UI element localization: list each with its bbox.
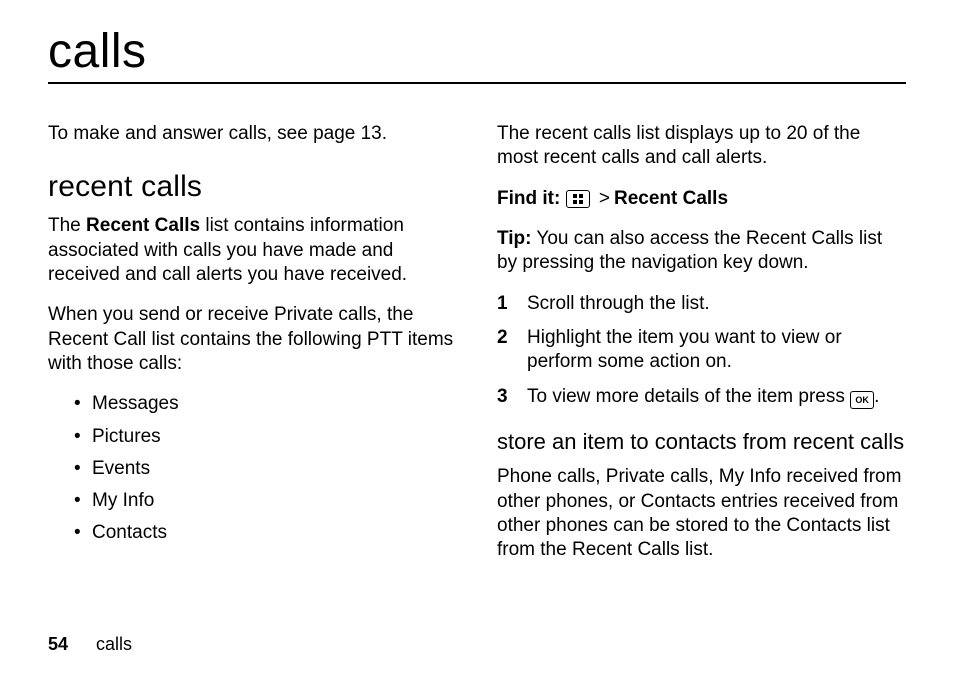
right-column: The recent calls list displays up to 20 … <box>497 122 906 579</box>
page-number: 54 <box>48 634 68 654</box>
page-footer: 54 calls <box>48 634 132 655</box>
tip-body: You can also access the Recent Calls lis… <box>497 228 882 273</box>
step-number: 3 <box>497 385 508 409</box>
page: calls To make and answer calls, see page… <box>0 0 954 677</box>
list-item-label: Events <box>92 458 150 479</box>
tip-label: Tip: <box>497 228 531 249</box>
step-item: 2 Highlight the item you want to view or… <box>497 326 906 375</box>
step-item: 1 Scroll through the list. <box>497 292 906 316</box>
list-item-label: Contacts <box>92 522 167 543</box>
recent-calls-description: The Recent Calls list contains informati… <box>48 214 457 287</box>
steps-list: 1 Scroll through the list. 2 Highlight t… <box>497 292 906 409</box>
store-item-heading: store an item to contacts from recent ca… <box>497 429 906 455</box>
step-item: 3 To view more details of the item press… <box>497 385 906 410</box>
store-item-paragraph: Phone calls, Private calls, My Info rece… <box>497 465 906 562</box>
menu-key-icon <box>566 190 590 208</box>
list-item: My Info <box>74 489 457 513</box>
ok-key-icon: OK <box>850 391 874 409</box>
recent-list-capacity-paragraph: The recent calls list displays up to 20 … <box>497 122 906 171</box>
list-item: Pictures <box>74 425 457 449</box>
list-item-label: Pictures <box>92 426 161 447</box>
text-run: The <box>48 215 86 236</box>
ptt-intro-paragraph: When you send or receive Private calls, … <box>48 303 457 376</box>
find-it-label: Find it: <box>497 188 560 209</box>
list-item-label: My Info <box>92 490 154 511</box>
intro-paragraph: To make and answer calls, see page 13. <box>48 122 457 146</box>
title-rule <box>48 82 906 84</box>
step-text: Scroll through the list. <box>527 293 710 314</box>
tip-paragraph: Tip: You can also access the Recent Call… <box>497 227 906 276</box>
list-item: Messages <box>74 392 457 416</box>
list-item-label: Messages <box>92 393 179 414</box>
step-text-pre: To view more details of the item press <box>527 386 850 407</box>
left-column: To make and answer calls, see page 13. r… <box>48 122 457 579</box>
recent-calls-term: Recent Calls <box>86 215 200 236</box>
step-text: Highlight the item you want to view or p… <box>527 327 842 372</box>
page-title: calls <box>48 28 906 76</box>
columns: To make and answer calls, see page 13. r… <box>48 122 906 579</box>
list-item: Contacts <box>74 521 457 545</box>
step-text-post: . <box>874 386 879 407</box>
list-item: Events <box>74 457 457 481</box>
step-number: 2 <box>497 326 508 350</box>
find-it-target: Recent Calls <box>614 188 728 209</box>
step-number: 1 <box>497 292 508 316</box>
ptt-items-list: Messages Pictures Events My Info Contact… <box>48 392 457 546</box>
footer-section: calls <box>96 634 132 654</box>
recent-calls-heading: recent calls <box>48 170 457 204</box>
find-it-line: Find it: >Recent Calls <box>497 187 906 211</box>
breadcrumb-separator: > <box>595 188 614 209</box>
